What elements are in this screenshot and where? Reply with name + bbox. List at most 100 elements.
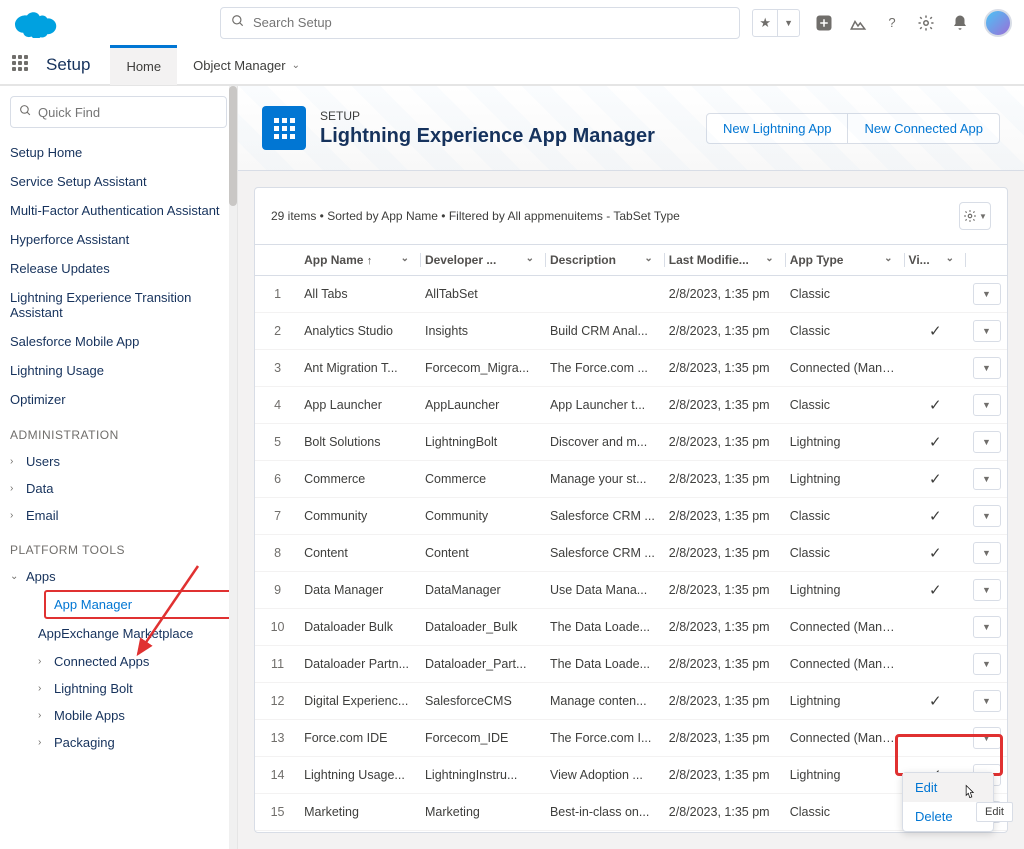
row-action-button[interactable]: ▼ <box>973 431 1001 453</box>
row-number: 9 <box>255 572 300 609</box>
cell-description: Discover and m... <box>546 424 665 461</box>
cell-app-type: Connected (Managed) <box>786 646 905 683</box>
favorites-button[interactable]: ★ ▼ <box>752 9 800 37</box>
cell-description: Salesforce CRM ... <box>546 535 665 572</box>
sidebar-item[interactable]: ›Users <box>0 448 237 475</box>
sidebar-item[interactable]: ›Connected Apps <box>28 648 237 675</box>
row-action-button[interactable]: ▼ <box>973 579 1001 601</box>
cell-developer: Marketing <box>421 794 546 831</box>
chevron-down-icon: ⌄ <box>401 253 409 264</box>
sidebar-item[interactable]: ›Email <box>0 502 237 529</box>
global-search[interactable] <box>220 7 740 39</box>
sidebar-item[interactable]: Optimizer <box>0 385 237 414</box>
row-action-button[interactable]: ▼ <box>973 542 1001 564</box>
col-description[interactable]: Description⌄ <box>546 245 665 276</box>
tab-home[interactable]: Home <box>110 45 177 85</box>
table-row: 16My New AppMy_New_AppNew app to de...16… <box>255 831 1007 834</box>
chevron-down-icon: ▼ <box>778 18 799 28</box>
search-input[interactable] <box>253 15 729 30</box>
row-action-button[interactable]: ▼ <box>973 394 1001 416</box>
row-number: 2 <box>255 313 300 350</box>
cell-developer: LightningInstru... <box>421 757 546 794</box>
table-row: 1All TabsAllTabSet2/8/2023, 1:35 pmClass… <box>255 276 1007 313</box>
row-number: 12 <box>255 683 300 720</box>
quick-find[interactable] <box>10 96 227 128</box>
menu-item-edit[interactable]: Edit <box>903 773 993 802</box>
add-icon[interactable] <box>814 13 834 33</box>
sidebar-item-app-manager[interactable]: App Manager <box>44 590 233 619</box>
trailhead-icon[interactable] <box>848 13 868 33</box>
new-connected-app-button[interactable]: New Connected App <box>848 113 1000 144</box>
chevron-down-icon: ⌄ <box>10 571 22 582</box>
row-action-button[interactable]: ▼ <box>973 468 1001 490</box>
chevron-down-icon: ⌄ <box>765 253 773 264</box>
app-launcher-icon[interactable] <box>12 55 32 75</box>
sidebar-item[interactable]: Lightning Usage <box>0 356 237 385</box>
sidebar-item[interactable]: Setup Home <box>0 138 237 167</box>
cell-visible <box>905 609 966 646</box>
bell-icon[interactable] <box>950 13 970 33</box>
cell-last-modified: 2/8/2023, 1:35 pm <box>665 609 786 646</box>
table-row: 15MarketingMarketingBest-in-class on...2… <box>255 794 1007 831</box>
sidebar-item[interactable]: ›Data <box>0 475 237 502</box>
sidebar-item[interactable]: ›Packaging <box>28 729 237 756</box>
cell-description: Use Data Mana... <box>546 572 665 609</box>
row-action-button[interactable]: ▼ <box>973 690 1001 712</box>
sidebar-item[interactable]: AppExchange Marketplace <box>28 619 237 648</box>
row-action-button[interactable]: ▼ <box>973 283 1001 305</box>
row-number: 1 <box>255 276 300 313</box>
col-developer[interactable]: Developer ...⌄ <box>421 245 546 276</box>
sidebar-item[interactable]: ›Mobile Apps <box>28 702 237 729</box>
sidebar-item[interactable]: Hyperforce Assistant <box>0 225 237 254</box>
breadcrumb: SETUP <box>320 109 655 123</box>
list-info: 29 items • Sorted by App Name • Filtered… <box>271 209 680 223</box>
row-action-button[interactable]: ▼ <box>973 320 1001 342</box>
cell-app-type: Classic <box>786 794 905 831</box>
row-action-button[interactable]: ▼ <box>973 505 1001 527</box>
cell-app-name: App Launcher <box>300 387 421 424</box>
cell-visible: ✓ <box>905 424 966 461</box>
row-number: 6 <box>255 461 300 498</box>
col-app-name[interactable]: App Name ↑⌄ <box>300 245 421 276</box>
user-avatar[interactable] <box>984 9 1012 37</box>
new-lightning-app-button[interactable]: New Lightning App <box>706 113 848 144</box>
cell-visible: ✓ <box>905 461 966 498</box>
apps-table: App Name ↑⌄ Developer ...⌄ Description⌄ … <box>255 244 1007 833</box>
global-header: ★ ▼ ? <box>0 0 1024 46</box>
app-manager-icon <box>262 106 306 150</box>
cell-app-name: Dataloader Partn... <box>300 646 421 683</box>
row-action-button[interactable]: ▼ <box>973 727 1001 749</box>
sidebar-item[interactable]: Multi-Factor Authentication Assistant <box>0 196 237 225</box>
cell-app-name: Analytics Studio <box>300 313 421 350</box>
list-settings-button[interactable]: ▼ <box>959 202 991 230</box>
chevron-down-icon: ⌄ <box>946 253 954 264</box>
row-action-button[interactable]: ▼ <box>973 616 1001 638</box>
cell-developer: Forcecom_Migra... <box>421 350 546 387</box>
sidebar-item-apps[interactable]: ⌄ Apps <box>0 563 237 590</box>
sidebar-item[interactable]: Service Setup Assistant <box>0 167 237 196</box>
row-action-button[interactable]: ▼ <box>973 357 1001 379</box>
cell-developer: Commerce <box>421 461 546 498</box>
cell-last-modified: 2/8/2023, 1:35 pm <box>665 424 786 461</box>
col-visible[interactable]: Vi...⌄ <box>905 245 966 276</box>
sidebar-item[interactable]: ›Lightning Bolt <box>28 675 237 702</box>
cell-description: The Data Loade... <box>546 609 665 646</box>
sidebar-item[interactable]: Salesforce Mobile App <box>0 327 237 356</box>
cell-app-name: Community <box>300 498 421 535</box>
tab-object-manager[interactable]: Object Manager ⌄ <box>177 45 316 85</box>
cell-app-type: Lightning <box>786 424 905 461</box>
sidebar-scrollbar[interactable] <box>229 86 237 849</box>
cell-last-modified: 2/8/2023, 1:35 pm <box>665 461 786 498</box>
page-title: Lightning Experience App Manager <box>320 125 655 148</box>
help-icon[interactable]: ? <box>882 13 902 33</box>
cell-last-modified: 2/8/2023, 1:35 pm <box>665 350 786 387</box>
col-app-type[interactable]: App Type⌄ <box>786 245 905 276</box>
sidebar-item[interactable]: Release Updates <box>0 254 237 283</box>
row-number: 13 <box>255 720 300 757</box>
row-action-button[interactable]: ▼ <box>973 653 1001 675</box>
gear-icon[interactable] <box>916 13 936 33</box>
col-last-modified[interactable]: Last Modifie...⌄ <box>665 245 786 276</box>
sidebar-item[interactable]: Lightning Experience Transition Assistan… <box>0 283 237 327</box>
cell-app-name: Force.com IDE <box>300 720 421 757</box>
quick-find-input[interactable] <box>38 105 218 120</box>
